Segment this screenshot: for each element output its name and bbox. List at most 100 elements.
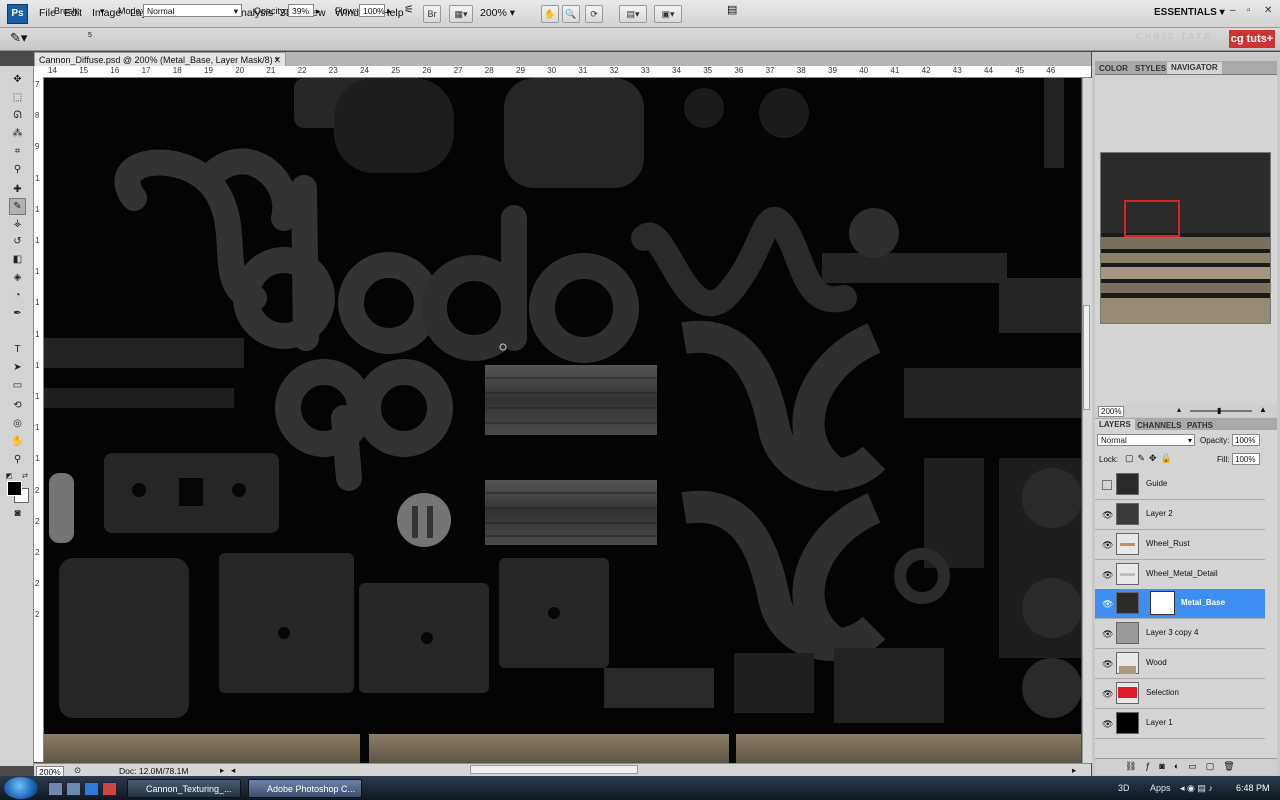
zoom-tool-icon[interactable]: ⚲ xyxy=(10,452,25,467)
layer-row-layer-1[interactable]: 👁 Layer 1 xyxy=(1095,709,1265,739)
zoom-in-icon[interactable]: ▲ xyxy=(1259,405,1267,414)
arrange-documents-icon[interactable]: ▤▾ xyxy=(619,5,647,23)
zoom-out-icon[interactable]: ▴ xyxy=(1177,405,1181,414)
shape-tool-icon[interactable]: ▭ xyxy=(10,378,25,393)
layer-actions-icons[interactable]: ⛓ƒ◙◐▭▢🗑 xyxy=(1125,761,1244,772)
minimize-icon[interactable]: – xyxy=(1230,5,1236,16)
path-selection-tool-icon[interactable]: ➤ xyxy=(10,360,25,375)
dodge-tool-icon[interactable]: ◔ xyxy=(10,288,25,303)
workspace-switcher[interactable]: ESSENTIALS ▾ xyxy=(1154,7,1225,18)
healing-brush-tool-icon[interactable]: ✚ xyxy=(10,182,25,197)
vertical-scrollbar[interactable] xyxy=(1082,78,1092,763)
opacity-slider-icon[interactable]: ▸ xyxy=(316,6,321,17)
navigator-zoom-thumb[interactable]: ▮ xyxy=(1217,406,1221,415)
zoom-level-dropdown[interactable]: 200% ▾ xyxy=(480,7,515,19)
layer-row-wood[interactable]: 👁 Wood xyxy=(1095,649,1265,679)
brush-tool-icon[interactable]: ✎ xyxy=(9,198,26,215)
eye-icon[interactable]: 👁 xyxy=(1102,510,1113,521)
eye-icon[interactable]: 👁 xyxy=(1102,540,1113,551)
layer-visibility-off[interactable] xyxy=(1102,480,1112,490)
brush-panel-icon[interactable]: ▤ xyxy=(727,3,737,16)
close-document-icon[interactable]: ✕ xyxy=(273,53,281,67)
move-tool-icon[interactable]: ✥ xyxy=(10,72,25,87)
3d-rotate-tool-icon[interactable]: ⟲ xyxy=(10,398,25,413)
opacity-input[interactable]: 39% xyxy=(288,4,314,17)
eye-icon[interactable]: 👁 xyxy=(1102,599,1113,610)
3d-orbit-tool-icon[interactable]: ◎ xyxy=(10,416,25,431)
eyedropper-tool-icon[interactable]: ⚲ xyxy=(10,162,25,177)
layer-row-layer-2[interactable]: 👁 Layer 2 xyxy=(1095,500,1265,530)
layer-row-metal-base[interactable]: 👁 Metal_Base xyxy=(1095,589,1265,619)
clone-stamp-tool-icon[interactable]: ⚶ xyxy=(10,216,25,231)
restore-icon[interactable]: ▫ xyxy=(1247,5,1251,16)
taskbar-photoshop[interactable]: Adobe Photoshop C... xyxy=(248,779,362,798)
hand-tool-icon[interactable]: ✋ xyxy=(10,434,25,449)
crop-tool-icon[interactable]: ⌗ xyxy=(10,144,25,159)
paint-bucket-tool-icon[interactable]: ◈ xyxy=(10,270,25,285)
brush-size-value[interactable]: 5 xyxy=(88,32,92,39)
airbrush-icon[interactable]: ⚟ xyxy=(404,3,414,16)
flow-input[interactable]: 100% xyxy=(359,4,385,17)
lock-options-icons[interactable]: ▢✎✥🔒 xyxy=(1125,453,1176,464)
eye-icon[interactable]: 👁 xyxy=(1102,570,1113,581)
horizontal-scroll-thumb[interactable] xyxy=(470,765,638,774)
eraser-tool-icon[interactable]: ◧ xyxy=(10,252,25,267)
screen-mode-icon[interactable]: ▣▾ xyxy=(654,5,682,23)
rotate-view-icon[interactable]: ⟳ xyxy=(585,5,603,23)
tab-navigator[interactable]: NAVIGATOR xyxy=(1167,62,1222,74)
layer-row-guide[interactable]: Guide xyxy=(1095,470,1265,500)
menu-help[interactable]: Help xyxy=(382,7,404,19)
close-icon[interactable]: ✕ xyxy=(1264,5,1272,16)
show-desktop-icon[interactable] xyxy=(48,782,63,796)
navigator-thumbnail[interactable] xyxy=(1100,152,1271,324)
layer-row-wheel-metal-detail[interactable]: 👁 Wheel_Metal_Detail xyxy=(1095,560,1265,590)
eye-icon[interactable]: 👁 xyxy=(1102,659,1113,670)
quick-mask-icon[interactable]: ◙ xyxy=(10,506,25,521)
brush-preset-icon[interactable]: ✎▾ xyxy=(10,30,27,46)
hand-tool-icon[interactable]: ✋ xyxy=(541,5,559,23)
photoshop-logo[interactable]: Ps xyxy=(7,4,28,24)
navigator-view-box[interactable] xyxy=(1124,200,1180,237)
layer-row-wheel-rust[interactable]: 👁 Wheel_Rust xyxy=(1095,530,1265,560)
vertical-scroll-thumb[interactable] xyxy=(1083,305,1090,410)
scroll-left-icon[interactable]: ◂ xyxy=(231,765,235,776)
ie-icon[interactable] xyxy=(84,782,99,796)
marquee-tool-icon[interactable]: ⬚ xyxy=(10,90,25,105)
foreground-color-swatch[interactable] xyxy=(7,481,22,496)
start-button[interactable] xyxy=(4,777,38,799)
mode-select[interactable]: Normal ▾ xyxy=(143,4,242,17)
layer-opacity-input[interactable]: 100% xyxy=(1232,434,1260,446)
navigator-zoom-value[interactable]: 200% xyxy=(1098,406,1125,417)
status-info-icon[interactable]: ⊙ xyxy=(74,765,81,776)
eye-icon[interactable]: 👁 xyxy=(1102,719,1113,730)
tab-styles[interactable]: STYLES xyxy=(1131,63,1170,74)
layer-fill-input[interactable]: 100% xyxy=(1232,453,1260,465)
blend-mode-select[interactable]: Normal ▾ xyxy=(1097,434,1195,446)
magic-wand-tool-icon[interactable]: ⁂ xyxy=(10,126,25,141)
tray-apps[interactable]: Apps xyxy=(1150,783,1171,793)
tab-color[interactable]: COLOR xyxy=(1095,63,1132,74)
pen-tool-icon[interactable]: ✒ xyxy=(10,306,25,321)
layer-mask-thumbnail[interactable] xyxy=(1150,591,1175,615)
tray-icons[interactable]: ◂ ◉ ▤ ♪ xyxy=(1180,783,1213,794)
document-tab[interactable]: Cannon_Diffuse.psd @ 200% (Metal_Base, L… xyxy=(34,52,286,66)
bridge-button[interactable]: Br xyxy=(423,5,441,23)
scroll-right-icon[interactable]: ▸ xyxy=(1072,765,1076,776)
flow-slider-icon[interactable]: ▸ xyxy=(387,6,392,17)
type-tool-icon[interactable]: T xyxy=(10,342,25,357)
layer-row-selection[interactable]: 👁 Selection xyxy=(1095,679,1265,709)
eye-icon[interactable]: 👁 xyxy=(1102,629,1113,640)
brush-dropdown-icon[interactable]: ▾ xyxy=(100,6,105,17)
explorer-icon[interactable] xyxy=(66,782,81,796)
history-brush-tool-icon[interactable]: ↺ xyxy=(10,234,25,249)
lasso-tool-icon[interactable]: ᘏ xyxy=(10,108,25,123)
view-extras-button[interactable]: ▦▾ xyxy=(449,5,473,23)
zoom-tool-icon[interactable]: 🔍 xyxy=(562,5,580,23)
document-canvas[interactable] xyxy=(44,78,1081,763)
taskbar-cannon-texturing[interactable]: Cannon_Texturing_... xyxy=(127,779,241,798)
media-icon[interactable] xyxy=(102,782,117,796)
menu-image[interactable]: Image xyxy=(92,7,121,19)
layer-row-layer-3-copy-4[interactable]: 👁 Layer 3 copy 4 xyxy=(1095,619,1265,649)
status-menu-icon[interactable]: ▸ xyxy=(220,765,224,776)
eye-icon[interactable]: 👁 xyxy=(1102,689,1113,700)
